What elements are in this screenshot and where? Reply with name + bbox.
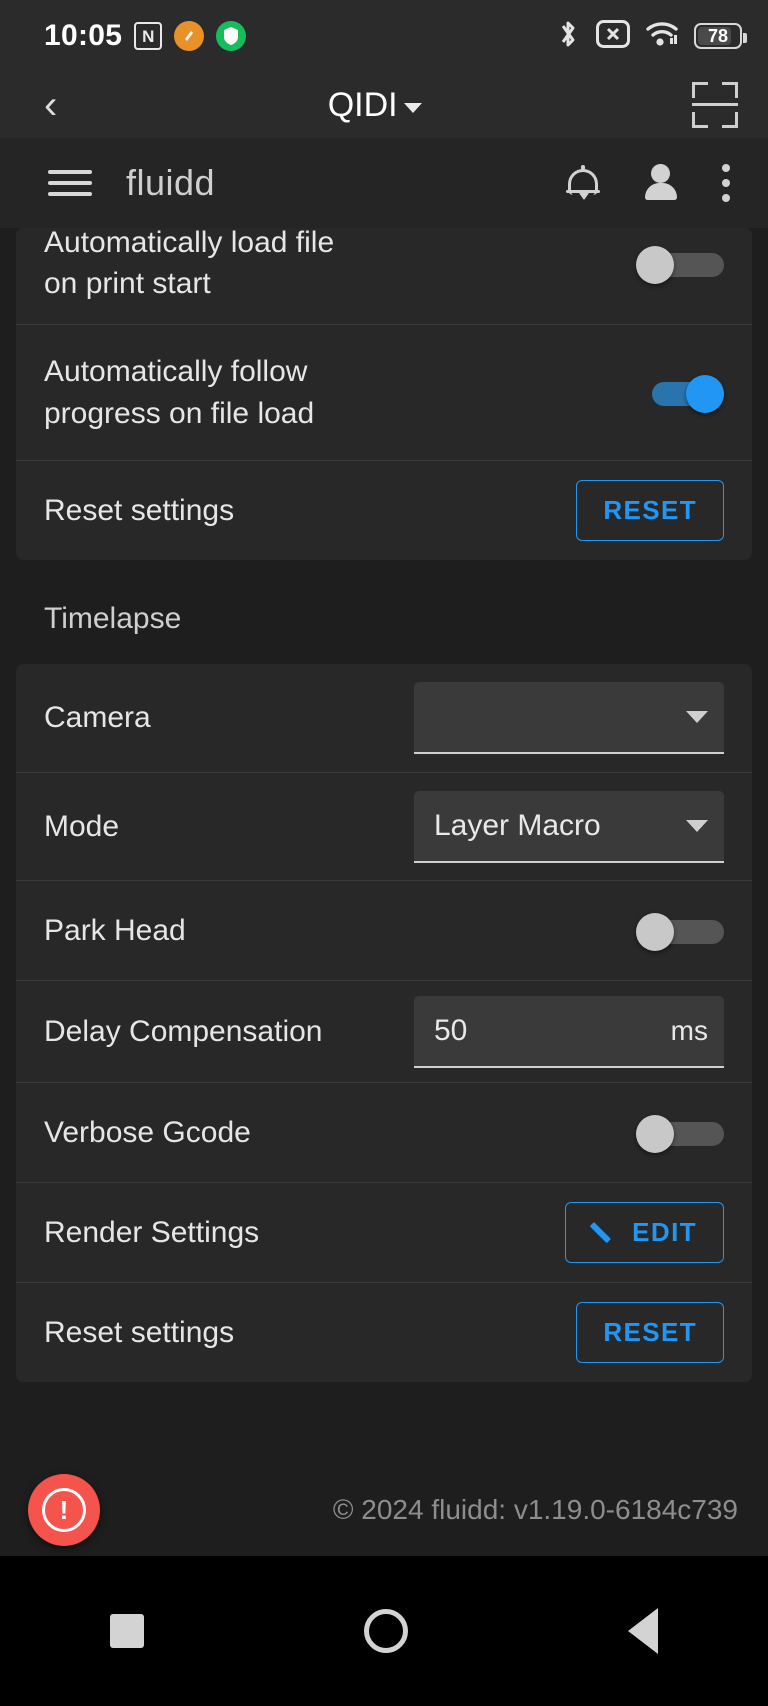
toggle-verbose-gcode[interactable] xyxy=(636,1114,724,1153)
setting-label: Verbose Gcode xyxy=(44,1115,251,1149)
setting-row-delay-compensation[interactable]: Delay Compensation 50 ms xyxy=(16,980,752,1082)
toggle-auto-follow-progress[interactable] xyxy=(636,374,724,413)
mode-select-value: Layer Macro xyxy=(434,808,601,842)
setting-row-verbose-gcode[interactable]: Verbose Gcode xyxy=(16,1082,752,1182)
status-bar-left: 10:05 N xyxy=(44,19,247,53)
app-bar-right xyxy=(566,157,730,209)
delay-compensation-unit: ms xyxy=(670,1014,708,1046)
exclamation-icon: ! xyxy=(42,1488,86,1532)
setting-label: Automatically follow progress on file lo… xyxy=(44,355,315,430)
bell-icon[interactable] xyxy=(566,165,600,201)
edit-render-settings-button[interactable]: EDIT xyxy=(565,1202,724,1263)
camera-select[interactable] xyxy=(414,682,724,754)
no-sim-icon xyxy=(596,19,630,53)
reset-button-general[interactable]: RESET xyxy=(576,480,724,541)
setting-label: Park Head xyxy=(44,913,186,947)
setting-label: Delay Compensation xyxy=(44,1014,323,1048)
timelapse-settings-card: Camera Mode Layer Macro Park Head Delay … xyxy=(16,664,752,1382)
fluidd-app-bar: fluidd xyxy=(0,138,768,228)
android-nav-bar xyxy=(0,1556,768,1706)
setting-label: Mode xyxy=(44,809,120,843)
setting-label: Automatically load file on print start xyxy=(44,228,335,301)
app-bar-left: fluidd xyxy=(48,162,215,204)
general-settings-card: Automatically load file on print start A… xyxy=(16,228,752,560)
battery-level: 78 xyxy=(707,25,729,46)
setting-label: Render Settings xyxy=(44,1215,260,1249)
setting-label: Reset settings xyxy=(44,493,235,527)
setting-label: Camera xyxy=(44,701,151,735)
android-status-bar: 10:05 N 78 xyxy=(0,0,768,72)
edit-button-label: EDIT xyxy=(632,1217,697,1247)
wifi-icon xyxy=(645,20,679,53)
green-shield-icon xyxy=(216,21,247,51)
status-bar-right: 78 xyxy=(555,18,747,55)
setting-row-render-settings[interactable]: Render Settings EDIT xyxy=(16,1182,752,1282)
person-icon[interactable] xyxy=(644,164,678,202)
setting-row-auto-load-file[interactable]: Automatically load file on print start xyxy=(16,228,752,324)
pencil-icon xyxy=(589,1220,618,1246)
emergency-stop-button[interactable]: ! xyxy=(28,1474,100,1546)
setting-row-park-head[interactable]: Park Head xyxy=(16,880,752,980)
device-title[interactable]: QIDI xyxy=(328,86,422,125)
chevron-down-icon xyxy=(403,103,422,113)
delay-compensation-value: 50 xyxy=(434,1013,468,1047)
home-button[interactable] xyxy=(364,1609,408,1653)
delay-compensation-input[interactable]: 50 ms xyxy=(414,995,724,1068)
device-app-bar: ‹ QIDI xyxy=(0,72,768,138)
orange-app-icon xyxy=(174,21,205,51)
setting-row-reset-general[interactable]: Reset settings RESET xyxy=(16,460,752,560)
chevron-down-icon xyxy=(686,711,708,723)
battery-icon: 78 xyxy=(694,23,747,49)
phone-screen: 10:05 N 78 ‹ QIDI fluidd Automatically l… xyxy=(0,0,768,1706)
chevron-down-icon xyxy=(686,819,708,832)
menu-icon[interactable] xyxy=(48,163,92,203)
toggle-auto-load-file[interactable] xyxy=(636,246,724,284)
kebab-menu-icon[interactable] xyxy=(722,157,730,209)
back-button[interactable] xyxy=(628,1608,658,1654)
setting-label: Reset settings xyxy=(44,1315,235,1349)
brand-label: fluidd xyxy=(126,162,216,203)
toggle-park-head[interactable] xyxy=(636,912,724,951)
setting-row-reset-timelapse[interactable]: Reset settings RESET xyxy=(16,1282,752,1382)
footer: ! © 2024 fluidd: v1.19.0-6184c739 xyxy=(0,1464,768,1556)
setting-row-auto-follow-progress[interactable]: Automatically follow progress on file lo… xyxy=(16,324,752,460)
settings-content[interactable]: Automatically load file on print start A… xyxy=(0,228,768,1556)
section-title-timelapse: Timelapse xyxy=(44,602,182,635)
bluetooth-icon xyxy=(555,18,581,55)
recents-button[interactable] xyxy=(110,1614,144,1648)
back-button[interactable]: ‹ xyxy=(44,85,57,125)
mode-select[interactable]: Layer Macro xyxy=(414,790,724,863)
copyright-label: © 2024 fluidd: v1.19.0-6184c739 xyxy=(332,1494,738,1525)
nfc-icon: N xyxy=(134,22,163,50)
device-title-label: QIDI xyxy=(327,85,398,124)
reset-button-timelapse[interactable]: RESET xyxy=(576,1302,724,1363)
scan-icon[interactable] xyxy=(691,82,738,128)
status-bar-clock: 10:05 xyxy=(44,19,123,52)
setting-row-camera[interactable]: Camera xyxy=(16,664,752,772)
setting-row-mode[interactable]: Mode Layer Macro xyxy=(16,772,752,880)
